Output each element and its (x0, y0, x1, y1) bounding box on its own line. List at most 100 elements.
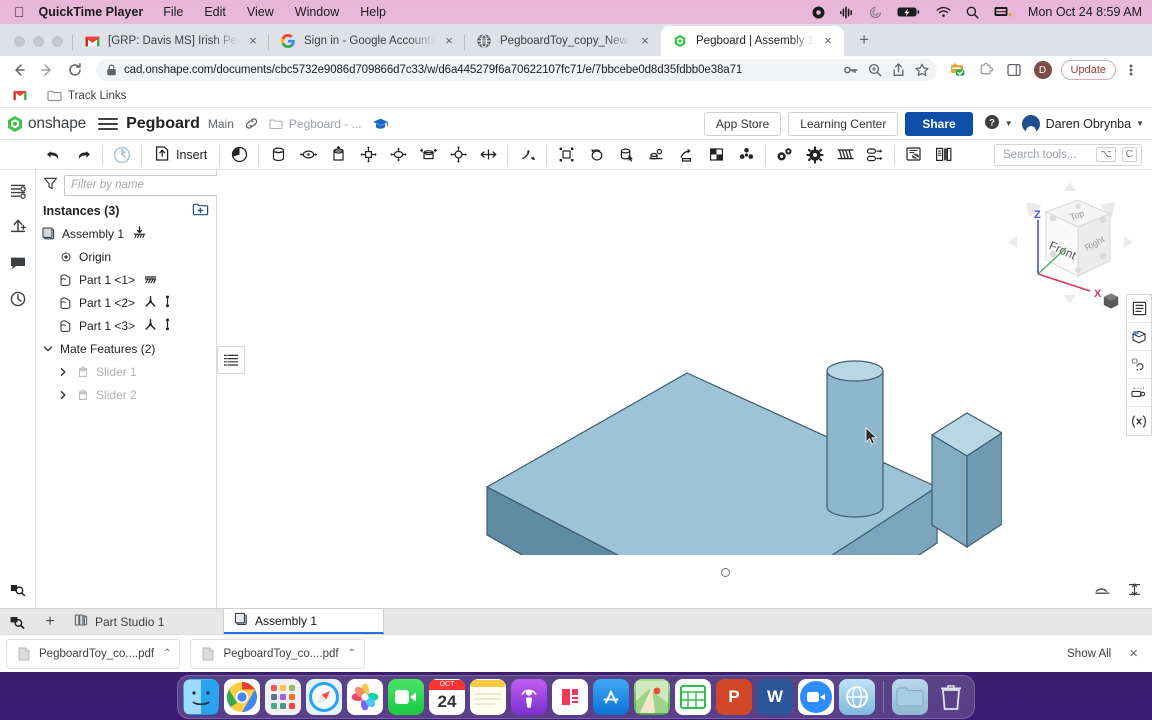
cylindrical-mate-icon[interactable] (383, 142, 413, 168)
podcasts-icon[interactable] (511, 679, 547, 715)
insert-button[interactable]: Insert (146, 142, 215, 168)
browser-tab-pegboardtoy-pdf[interactable]: PegboardToy_copy_Newest_2 × (464, 26, 661, 56)
slider-mate-icon[interactable] (323, 142, 353, 168)
close-icon[interactable]: × (1121, 645, 1146, 662)
pin-slot-mate-icon[interactable] (413, 142, 443, 168)
zoom-app-icon[interactable] (798, 679, 834, 715)
learning-center-button[interactable]: Learning Center (788, 111, 899, 136)
explode-icon[interactable] (701, 142, 731, 168)
rebuild-icon[interactable] (107, 142, 137, 168)
shaded-view-icon[interactable] (1094, 582, 1111, 600)
chrome-icon[interactable] (224, 679, 260, 715)
maximize-window-button[interactable] (52, 36, 63, 47)
render-mode-icon[interactable] (1127, 323, 1151, 351)
minimize-window-button[interactable] (33, 36, 44, 47)
bom-icon[interactable] (929, 142, 959, 168)
mate-list-icon[interactable] (217, 346, 245, 374)
add-tab-button[interactable]: + (36, 609, 64, 634)
control-center-icon[interactable] (869, 6, 882, 19)
tree-node-part-1-2[interactable]: Part 1 <2> (36, 291, 216, 314)
zoom-icon[interactable] (868, 63, 882, 77)
browser-tab-gmail[interactable]: [GRP: Davis MS] Irish Period T × (72, 26, 269, 56)
browser-tab-pegboard-assembly[interactable]: Pegboard | Assembly 1 × (661, 26, 845, 56)
drawing-icon[interactable] (899, 142, 929, 168)
notes-icon[interactable] (470, 679, 506, 715)
news-icon[interactable] (552, 679, 588, 715)
fasten-mate-icon[interactable] (263, 142, 293, 168)
menubar-clock[interactable]: Mon Oct 24 8:59 AM (1028, 5, 1142, 19)
maps-icon[interactable] (634, 679, 670, 715)
sidepanel-icon[interactable] (1001, 57, 1027, 83)
launchpad-icon[interactable] (265, 679, 301, 715)
tree-node-part-1-3[interactable]: Part 1 <3> (36, 314, 216, 337)
slider-icon[interactable] (164, 318, 171, 334)
reload-icon[interactable] (62, 57, 88, 83)
pie-timer-icon[interactable] (224, 142, 254, 168)
menubar-item-edit[interactable]: Edit (204, 5, 226, 19)
redo-icon[interactable] (68, 142, 98, 168)
tree-node-origin[interactable]: Origin (36, 245, 216, 268)
graphics-viewport[interactable]: Top Front Right Z X (217, 170, 1152, 608)
undo-icon[interactable] (38, 142, 68, 168)
expression-icon[interactable] (1127, 407, 1151, 435)
parallel-mate-icon[interactable] (473, 142, 503, 168)
tree-node-mate-features[interactable]: Mate Features (2) (36, 337, 216, 360)
history-icon[interactable] (5, 286, 31, 312)
address-bar[interactable]: cad.onshape.com/documents/cbc5732e9086d7… (96, 59, 937, 81)
new-folder-icon[interactable] (192, 202, 209, 220)
menubar-item-help[interactable]: Help (360, 5, 386, 19)
view-orientation-icon[interactable] (1102, 292, 1120, 313)
photos-icon[interactable] (347, 679, 383, 715)
close-icon[interactable]: × (441, 33, 457, 49)
tab-search-icon[interactable] (0, 609, 36, 634)
bookmark-gmail[interactable] (6, 86, 40, 106)
menubar-item-window[interactable]: Window (295, 5, 339, 19)
measure-icon[interactable] (1127, 379, 1151, 407)
gear-icon[interactable] (800, 142, 830, 168)
scale-icon[interactable] (1127, 582, 1142, 600)
link-icon[interactable] (244, 116, 259, 131)
numbers-icon[interactable] (675, 679, 711, 715)
apple-logo-icon[interactable]:  (14, 5, 25, 19)
mate-icon[interactable] (144, 295, 157, 311)
replicate-icon[interactable] (611, 142, 641, 168)
display-list-icon[interactable] (1127, 295, 1151, 323)
facetime-icon[interactable] (388, 679, 424, 715)
gear-pair-icon[interactable] (770, 142, 800, 168)
forward-arrow-icon[interactable] (34, 57, 60, 83)
menubar-item-view[interactable]: View (247, 5, 274, 19)
browser-icon[interactable] (839, 679, 875, 715)
tree-node-assembly-1[interactable]: Assembly 1 (36, 222, 216, 245)
chevron-up-icon[interactable]: ⌃ (348, 648, 356, 659)
update-button[interactable]: Update (1060, 60, 1116, 80)
close-icon[interactable]: × (637, 33, 653, 49)
share-icon[interactable] (892, 63, 905, 77)
tangent-mate-icon[interactable] (512, 142, 542, 168)
revolute-mate-icon[interactable] (293, 142, 323, 168)
download-item[interactable]: PegboardToy_co....pdf ⌃ (6, 638, 181, 669)
planar-mate-icon[interactable] (353, 142, 383, 168)
document-branch[interactable]: Main (208, 117, 234, 131)
spring-icon[interactable] (830, 142, 860, 168)
appearance-icon[interactable] (1127, 351, 1151, 379)
close-window-button[interactable] (14, 36, 25, 47)
view-cube[interactable]: Top Front Right Z X (1002, 178, 1142, 308)
profile-avatar[interactable]: D (1033, 61, 1052, 79)
help-menu[interactable]: ? ▼ (984, 114, 1013, 133)
folder-icon[interactable] (892, 679, 928, 715)
tree-node-slider-1[interactable]: Slider 1 (36, 360, 216, 383)
comments-icon[interactable] (5, 250, 31, 276)
password-key-icon[interactable] (843, 64, 858, 76)
powerpoint-icon[interactable]: P (716, 679, 752, 715)
soundwave-icon[interactable] (840, 6, 854, 19)
graduation-cap-icon[interactable] (372, 117, 389, 131)
menubar-app-name[interactable]: QuickTime Player (39, 5, 144, 19)
screen-mirroring-icon[interactable] (994, 6, 1012, 19)
window-traffic-lights[interactable] (8, 36, 73, 56)
address-bar-url[interactable]: cad.onshape.com/documents/cbc5732e9086d7… (124, 64, 834, 76)
feature-list-icon[interactable] (5, 178, 31, 204)
menubar-item-file[interactable]: File (163, 5, 183, 19)
tree-node-part-1-1[interactable]: Part 1 <1> (36, 268, 216, 291)
chevron-up-icon[interactable]: ⌃ (163, 648, 171, 659)
assembly-3d-model[interactable] (482, 225, 1002, 555)
